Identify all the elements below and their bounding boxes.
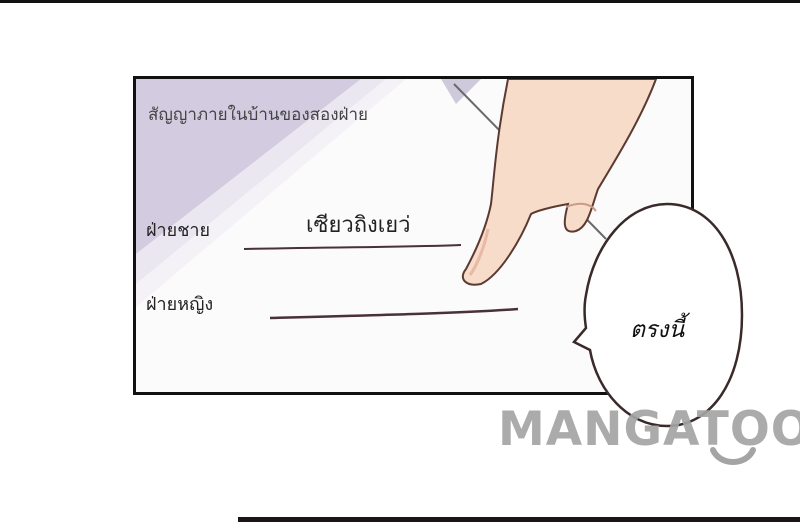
smile-icon [710, 447, 756, 465]
groom-name: เซียวถิงเยว่ [306, 213, 411, 238]
groom-signature-line [243, 244, 462, 250]
bride-label: ฝ่ายหญิง [146, 294, 214, 315]
next-panel-border [238, 517, 800, 522]
comic-page: สัญญาภายในบ้านของสองฝ่าย ฝ่ายชาย เซียวถิ… [0, 0, 800, 522]
bride-signature-line [269, 307, 519, 320]
contract-title: สัญญาภายในบ้านของสองฝ่าย [148, 105, 368, 125]
top-panel-border [0, 0, 800, 3]
speech-bubble-text: ตรงนี้ [630, 317, 685, 343]
groom-label: ฝ่ายชาย [146, 220, 211, 241]
